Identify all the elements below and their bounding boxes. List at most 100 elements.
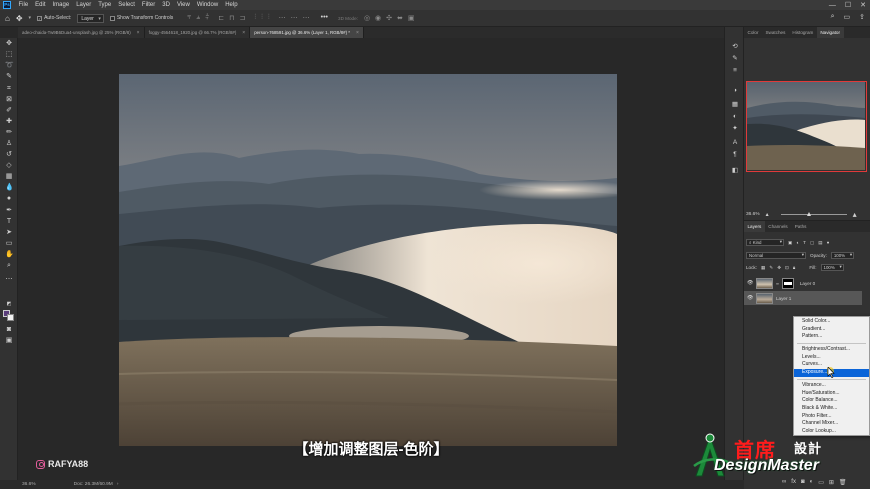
tab-color[interactable]: Color: [744, 27, 762, 38]
distribute-left-icon[interactable]: ⋯: [279, 14, 286, 22]
delete-layer-icon[interactable]: 🗑︎: [839, 479, 847, 486]
rectangle-tool-icon[interactable]: ▭: [5, 240, 13, 248]
tab-histogram[interactable]: Histogram: [789, 27, 817, 38]
lock-pixels-icon[interactable]: ✎: [769, 265, 773, 271]
type-tool-icon[interactable]: T: [5, 218, 13, 226]
align-bottom-icon[interactable]: ⫩: [205, 14, 209, 22]
properties-panel-icon[interactable]: ≡: [731, 67, 739, 75]
distribute-right-icon[interactable]: ⋯: [303, 14, 310, 22]
opacity-input[interactable]: 100%: [830, 252, 855, 259]
screen-mode-icon[interactable]: ▣: [5, 337, 13, 345]
menu-option-pattern[interactable]: Pattern...: [794, 333, 869, 341]
menu-option-photo-filter[interactable]: Photo Filter...: [794, 413, 869, 421]
layer-row-0[interactable]: 👁︎ ∞ Layer 0: [744, 276, 862, 290]
layer-mask-thumbnail[interactable]: [781, 277, 794, 289]
3d-roll-icon[interactable]: ◉: [375, 14, 381, 22]
adjustments-panel-icon[interactable]: ◐: [731, 113, 739, 121]
3d-orbit-icon[interactable]: ◎: [364, 14, 370, 22]
menu-option-gradient[interactable]: Gradient...: [794, 326, 869, 334]
kind-filter-dropdown[interactable]: ⌕ Kind: [746, 239, 784, 246]
close-tab-icon[interactable]: ×: [242, 30, 245, 36]
fill-input[interactable]: 100%: [820, 264, 844, 271]
status-doc-size[interactable]: Doc: 26.3M/60.9M: [74, 482, 113, 487]
clone-stamp-tool-icon[interactable]: ♙: [5, 140, 13, 148]
path-selection-tool-icon[interactable]: ➤: [5, 229, 13, 237]
filter-smart-icon[interactable]: ▤: [818, 240, 822, 246]
align-left-icon[interactable]: ⊏: [218, 14, 224, 22]
eraser-tool-icon[interactable]: ◇: [5, 162, 13, 170]
menu-option-black-white[interactable]: Black & White...: [794, 405, 869, 413]
chevron-down-icon[interactable]: ▾: [29, 15, 32, 21]
crop-tool-icon[interactable]: ⌗: [5, 85, 13, 93]
close-tab-icon[interactable]: ×: [356, 30, 359, 36]
menu-file[interactable]: File: [15, 2, 32, 8]
lock-position-icon[interactable]: ✥: [777, 265, 781, 271]
align-hcenter-icon[interactable]: ⊓: [229, 14, 234, 22]
3d-pan-icon[interactable]: ✣: [386, 14, 392, 22]
layer-name[interactable]: Layer 0: [800, 281, 815, 286]
default-colors-icon[interactable]: ◩: [5, 300, 13, 308]
more-options-icon[interactable]: •••: [321, 14, 328, 22]
home-icon[interactable]: ⌂: [5, 14, 10, 23]
menu-option-color-balance[interactable]: Color Balance...: [794, 397, 869, 405]
menu-type[interactable]: Type: [95, 2, 115, 8]
menu-view[interactable]: View: [173, 2, 193, 8]
move-tool-icon[interactable]: ✥: [16, 14, 23, 23]
lock-transparency-icon[interactable]: ▦: [761, 265, 765, 271]
auto-select-checkbox[interactable]: ✓ Auto-Select:: [37, 15, 71, 21]
align-top-icon[interactable]: ⫧: [187, 14, 191, 22]
blend-mode-dropdown[interactable]: Normal: [746, 252, 806, 259]
filter-type-icon[interactable]: T: [803, 240, 806, 245]
paragraph-panel-icon[interactable]: ¶: [731, 151, 739, 159]
filter-shape-icon[interactable]: ▢: [810, 240, 814, 246]
brush-settings-icon[interactable]: ✎: [731, 55, 739, 63]
visibility-eye-icon[interactable]: 👁︎: [747, 280, 753, 286]
layer-style-icon[interactable]: fx: [791, 479, 796, 486]
filter-toggle-icon[interactable]: ●: [827, 240, 830, 245]
menu-option-solid-color[interactable]: Solid Color...: [794, 318, 869, 326]
hand-tool-icon[interactable]: ✋: [5, 251, 14, 259]
brush-tool-icon[interactable]: ✏: [5, 129, 13, 137]
menu-window[interactable]: Window: [193, 2, 221, 8]
show-transform-checkbox[interactable]: Show Transform Controls: [109, 15, 173, 21]
workspace-icon[interactable]: ▭: [844, 13, 851, 21]
background-color-swatch[interactable]: [7, 314, 14, 321]
navigator-zoom-slider[interactable]: [780, 211, 847, 216]
photoshop-logo-icon[interactable]: Ps: [3, 1, 11, 9]
add-mask-icon[interactable]: ◙: [801, 479, 805, 486]
document-tab-3[interactable]: person-768591.jpg @ 36.6% (Layer 1, RGB/…: [250, 27, 364, 38]
zoom-slider-knob[interactable]: [806, 211, 811, 216]
zoom-tool-icon[interactable]: ⌕: [5, 262, 13, 270]
layers-panel-icon[interactable]: ◧: [731, 167, 739, 175]
menu-3d[interactable]: 3D: [159, 2, 174, 8]
new-group-icon[interactable]: ▭: [818, 479, 824, 486]
tab-channels[interactable]: Channels: [765, 221, 791, 232]
auto-select-dropdown[interactable]: Layer: [77, 13, 104, 23]
zoom-in-icon[interactable]: ▴: [853, 210, 857, 219]
new-layer-icon[interactable]: ⊞: [829, 479, 834, 486]
blur-tool-icon[interactable]: 💧: [5, 184, 14, 192]
close-icon[interactable]: ✕: [860, 1, 866, 9]
menu-help[interactable]: Help: [222, 2, 241, 8]
color-panel-icon[interactable]: ◑: [731, 87, 739, 95]
dodge-tool-icon[interactable]: ●: [5, 195, 13, 203]
3d-slide-icon[interactable]: ⬌: [397, 14, 403, 22]
quick-select-tool-icon[interactable]: ✎: [5, 73, 13, 81]
tab-layers[interactable]: Layers: [744, 221, 765, 232]
maximize-icon[interactable]: ☐: [845, 1, 851, 9]
tab-navigator[interactable]: Navigator: [816, 27, 844, 38]
lock-artboard-icon[interactable]: ⊡: [785, 265, 789, 271]
distribute-hcenter-icon[interactable]: ⋯: [291, 14, 298, 22]
layer-name[interactable]: Layer 1: [776, 296, 791, 301]
swatches-panel-icon[interactable]: ▦: [731, 101, 739, 109]
menu-edit[interactable]: Edit: [32, 2, 49, 8]
menu-option-channel-mixer[interactable]: Channel Mixer...: [794, 420, 869, 428]
navigator-thumbnail[interactable]: [746, 81, 867, 172]
move-tool-icon[interactable]: ✥: [5, 40, 13, 48]
navigator-zoom-value[interactable]: 36.6%: [746, 212, 760, 217]
link-layers-icon[interactable]: ∞: [782, 479, 786, 486]
marquee-tool-icon[interactable]: ⬚: [5, 51, 13, 59]
history-panel-icon[interactable]: ⟲: [731, 43, 739, 51]
distribute-bottom-icon[interactable]: ⫶: [268, 14, 270, 22]
filter-adjustment-icon[interactable]: ◐: [796, 240, 799, 245]
